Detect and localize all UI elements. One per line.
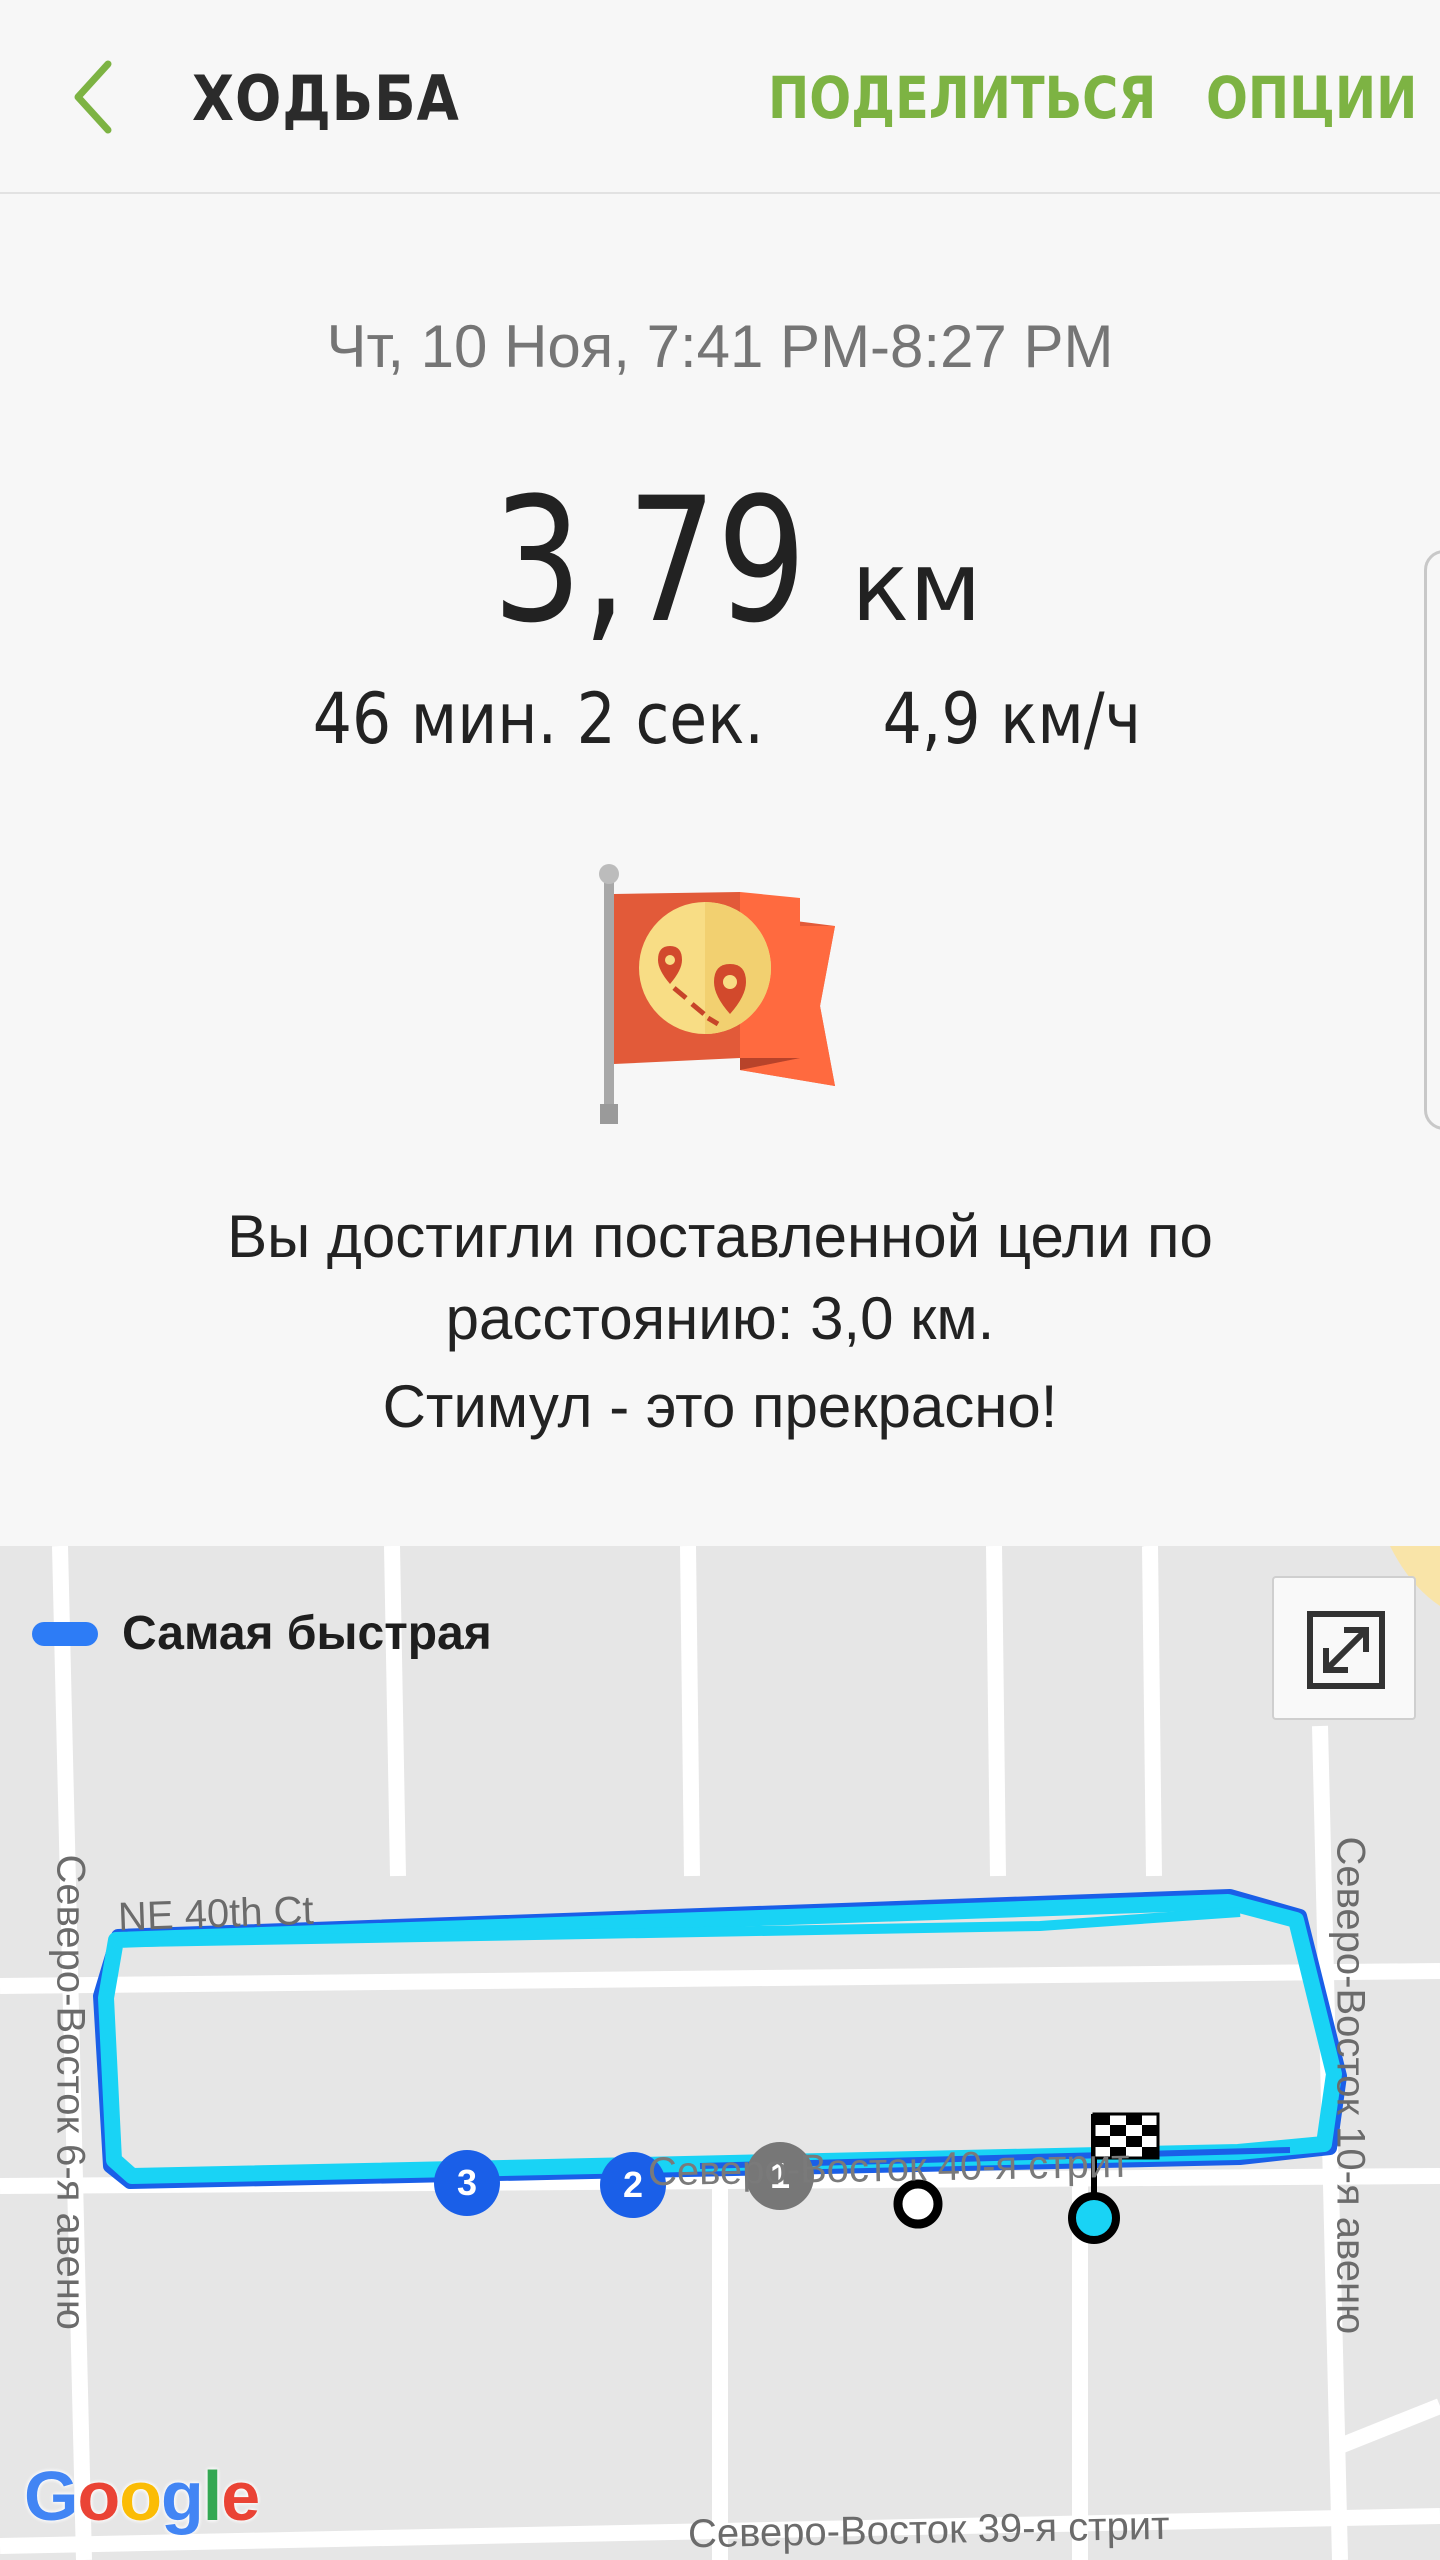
chevron-left-icon [74,60,112,134]
street-label: Северо-Восток 40-я стрит [647,2141,1130,2195]
goal-line-2: расстоянию: 3,0 км. [445,1285,995,1352]
options-button[interactable]: ОПЦИИ [1206,64,1417,132]
street-label: NE 40th Ct [117,1888,315,1940]
goal-flag-icon [599,864,835,1124]
edge-panel-handle[interactable] [1424,550,1440,1130]
split-marker-3[interactable]: 3 [434,2150,500,2216]
route-map[interactable]: 3 2 1 NE 40th Ct Северо-Восток 6-я авеню… [0,1546,1440,2560]
workout-date: Чт, 10 Ноя, 7:41 PM-8:27 PM [326,313,1114,380]
goal-line-3: Стимул - это прекрасно! [382,1373,1058,1440]
expand-icon [1307,1611,1385,1689]
goal-line-1: Вы достигли поставленной цели по [227,1203,1213,1270]
speed-value: 4,9 км/ч [882,678,1141,760]
share-button[interactable]: ПОДЕЛИТЬСЯ [768,64,1156,132]
duration-value: 46 мин. 2 сек. [312,678,764,760]
google-logo: Google [24,2457,260,2535]
page-title: ХОДЬБА [192,62,460,135]
expand-map-button[interactable] [1272,1576,1416,1720]
map-legend: Самая быстрая [32,1606,492,1661]
distance-unit: км [851,531,982,643]
distance-display: 3,79 км [0,460,1440,661]
street-label: Северо-Восток 6-я авеню [48,1854,93,2330]
legend-label: Самая быстрая [122,1607,492,1660]
distance-value: 3,79 [492,460,807,661]
end-marker [1068,2192,1120,2244]
back-button[interactable] [56,52,146,142]
goal-message: Вы достигли поставленной цели по расстоя… [0,1196,1440,1448]
workout-stats: 46 мин. 2 сек. 4,9 км/ч [0,678,1440,760]
map-canvas [0,1546,1440,2560]
legend-swatch [32,1621,98,1646]
street-label: Северо-Восток 10-я авеню [1328,1836,1373,2335]
app-bar: ХОДЬБА ПОДЕЛИТЬСЯ ОПЦИИ [0,0,1440,194]
street-label: Северо-Восток 39-я стрит [687,2503,1170,2557]
